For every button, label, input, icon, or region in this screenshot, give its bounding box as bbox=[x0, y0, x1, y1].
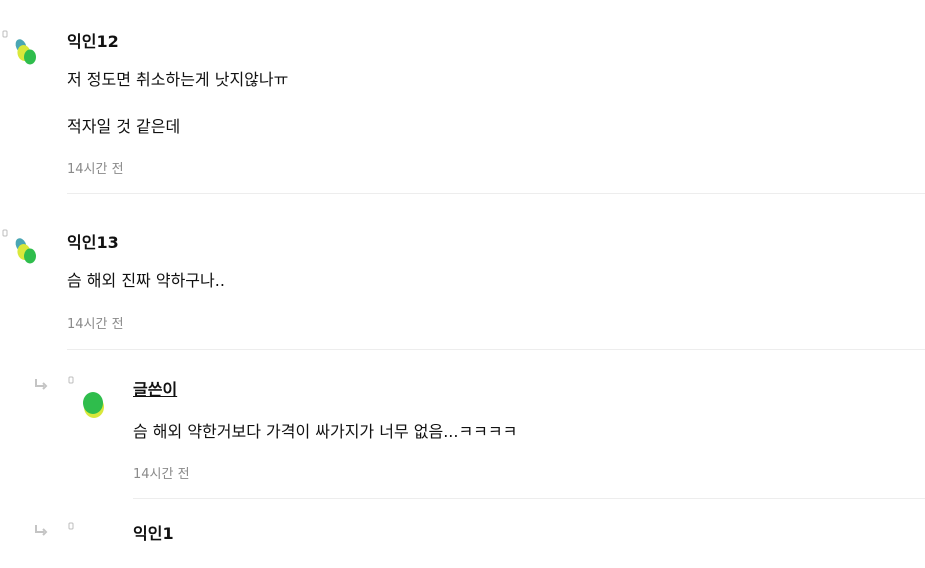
comment-timestamp: 14시간 전 bbox=[67, 162, 124, 177]
comment-divider bbox=[67, 349, 925, 350]
comment-text-line: 슴 해외 진짜 약하구나.. bbox=[67, 271, 225, 290]
avatar-icon[interactable] bbox=[2, 229, 42, 275]
comment-divider bbox=[67, 193, 925, 194]
commenter-name[interactable]: 익인1 bbox=[133, 520, 174, 544]
commenter-name[interactable]: 글쓴이 bbox=[133, 376, 177, 400]
commenter-name[interactable]: 익인13 bbox=[67, 229, 119, 253]
comment-timestamp: 14시간 전 bbox=[133, 467, 190, 482]
comment-divider bbox=[133, 498, 925, 499]
avatar-icon[interactable] bbox=[68, 522, 108, 568]
reply-arrow-icon bbox=[34, 522, 48, 536]
reply-arrow-icon bbox=[34, 376, 48, 390]
avatar-icon[interactable] bbox=[68, 376, 108, 422]
comment-timestamp: 14시간 전 bbox=[67, 317, 124, 332]
comment-text-line: 저 정도면 취소하는게 낫지않나ㅠ bbox=[67, 70, 289, 89]
avatar-icon[interactable] bbox=[2, 30, 42, 76]
comment-text-line: 적자일 것 같은데 bbox=[67, 117, 181, 136]
commenter-name[interactable]: 익인12 bbox=[67, 28, 119, 52]
comment-text-line: 슴 해외 약한거보다 가격이 싸가지가 너무 없음...ㅋㅋㅋㅋ bbox=[133, 422, 518, 441]
